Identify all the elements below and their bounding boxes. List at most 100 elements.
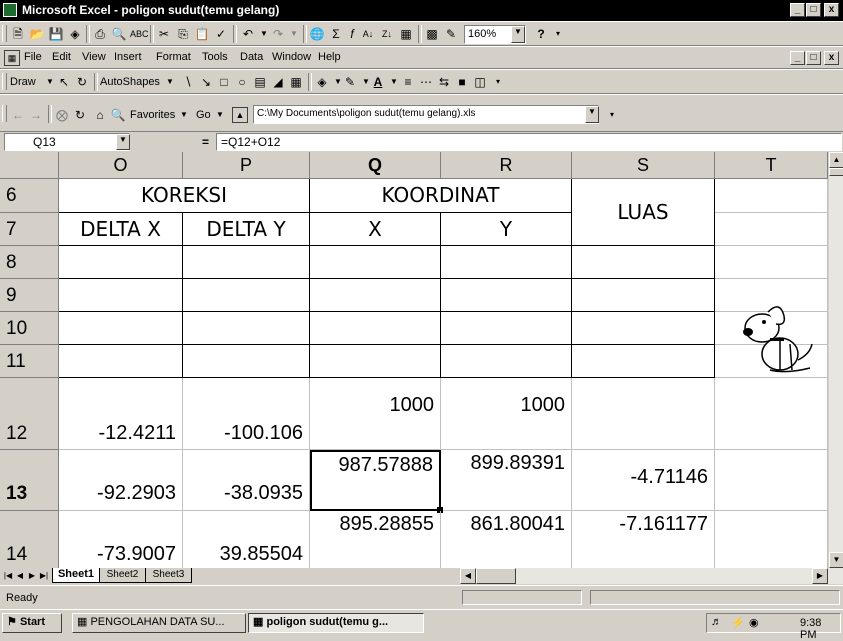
save-icon[interactable]: 💾 [48, 26, 64, 42]
line-style-icon[interactable]: ≡ [400, 74, 416, 90]
row-header-7[interactable]: 7 [0, 213, 59, 246]
3d-icon[interactable]: ◫ [472, 74, 488, 90]
oval-icon[interactable]: ○ [234, 74, 250, 90]
line-icon[interactable]: ∖ [180, 74, 196, 90]
search-web-icon[interactable]: 🔍 [110, 107, 126, 123]
column-header-q[interactable]: Q [310, 152, 441, 179]
cell-luas[interactable]: LUAS [572, 179, 715, 246]
cell-y[interactable]: Y [441, 213, 572, 246]
taskbar-task-word[interactable]: ▦ PENGOLAHAN DATA SU... [72, 613, 246, 633]
cell-r8[interactable] [441, 246, 572, 279]
address-field[interactable]: C:\My Documents\poligon sudut(temu gelan… [253, 105, 599, 124]
cell-p14[interactable]: 39.85504 [183, 511, 310, 568]
back-icon[interactable]: ← [10, 107, 26, 123]
cell-o14[interactable]: -73.9007 [59, 511, 183, 568]
column-header-p[interactable]: P [183, 152, 310, 179]
restore-button[interactable]: □ [806, 3, 821, 17]
cell-q13-selected[interactable]: 987.57888 [310, 450, 441, 511]
cell-delta-x[interactable]: DELTA X [59, 213, 183, 246]
paste-icon[interactable]: 📋 [194, 26, 210, 42]
cell-q12[interactable]: 1000 [310, 378, 441, 450]
menu-view[interactable]: View [82, 51, 106, 63]
row-header-6[interactable]: 6 [0, 179, 59, 213]
more-buttons-icon[interactable]: ▾ [550, 26, 566, 42]
row-header-10[interactable]: 10 [0, 312, 59, 345]
cell-s13[interactable]: -4.71146 [572, 450, 715, 511]
cell-x[interactable]: X [310, 213, 441, 246]
cut-icon[interactable]: ✂ [156, 26, 172, 42]
scroll-thumb[interactable] [829, 168, 843, 176]
volume-icon[interactable]: ♬ [711, 616, 722, 628]
clip-art-icon[interactable]: ▦ [288, 74, 304, 90]
function-icon[interactable]: f [344, 26, 360, 42]
redo-icon[interactable]: ↷ [270, 26, 286, 42]
font-color-icon[interactable]: A [370, 74, 386, 90]
cell-q9[interactable] [310, 279, 441, 312]
shadow-icon[interactable]: ■ [454, 74, 470, 90]
cell-o9[interactable] [59, 279, 183, 312]
spelling-icon[interactable]: ABC [130, 26, 149, 42]
row-header-14[interactable]: 14 [0, 511, 59, 568]
menu-tools[interactable]: Tools [202, 51, 228, 63]
undo-icon[interactable]: ↶ [240, 26, 256, 42]
menu-help[interactable]: Help [318, 51, 341, 63]
cell-koreksi[interactable]: KOREKSI [59, 179, 310, 213]
cell-o10[interactable] [59, 312, 183, 345]
text-box-icon[interactable]: ▤ [252, 74, 268, 90]
menu-data[interactable]: Data [240, 51, 263, 63]
minimize-button[interactable]: _ [790, 3, 805, 17]
cell-r13[interactable]: 899.89391 [441, 450, 572, 511]
hyperlink-icon[interactable]: 🌐 [309, 26, 325, 42]
copy-icon[interactable]: ⎘ [175, 26, 191, 42]
row-header-8[interactable]: 8 [0, 246, 59, 279]
cell-q10[interactable] [310, 312, 441, 345]
open-icon[interactable]: 📂 [29, 26, 45, 42]
chart-wizard-icon[interactable]: ▩ [424, 26, 440, 42]
last-sheet-icon[interactable]: ▶| [38, 568, 50, 584]
format-painter-icon[interactable]: ✓ [213, 26, 229, 42]
cell-p10[interactable] [183, 312, 310, 345]
horizontal-scrollbar[interactable]: ◀ ▶ [460, 568, 843, 584]
scroll-down-icon[interactable]: ▼ [829, 552, 843, 568]
show-web-toolbar-icon[interactable]: ▲ [232, 107, 248, 123]
fill-color-icon[interactable]: ◈ [314, 74, 330, 90]
select-objects-icon[interactable]: ↖ [56, 74, 72, 90]
row-header-11[interactable]: 11 [0, 345, 59, 378]
column-header-o[interactable]: O [59, 152, 183, 179]
next-sheet-icon[interactable]: ▶ [26, 568, 38, 584]
sheet-tab-sheet2[interactable]: Sheet2 [100, 568, 146, 583]
doc-restore-button[interactable]: □ [806, 51, 821, 65]
prev-sheet-icon[interactable]: ◀ [14, 568, 26, 584]
scroll-left-icon[interactable]: ◀ [460, 568, 476, 584]
tray-app-icon[interactable]: ⚡ [731, 616, 745, 629]
close-button[interactable]: x [824, 3, 839, 17]
menu-file[interactable]: File [24, 51, 42, 63]
forward-icon[interactable]: → [28, 107, 44, 123]
cell-delta-y[interactable]: DELTA Y [183, 213, 310, 246]
cell-s12[interactable] [572, 378, 715, 450]
draw-menu[interactable]: Draw [10, 76, 36, 88]
cell-t13[interactable] [715, 450, 828, 511]
sheet-tab-sheet3[interactable]: Sheet3 [146, 568, 192, 583]
address-dropdown-icon[interactable]: ▼ [585, 106, 599, 123]
print-preview-icon[interactable]: 🔍 [111, 26, 127, 42]
cell-p9[interactable] [183, 279, 310, 312]
favorites-dropdown-icon[interactable]: ▼ [176, 107, 192, 123]
cell-r10[interactable] [441, 312, 572, 345]
stop-icon[interactable]: ⨂ [54, 107, 70, 123]
wordart-icon[interactable]: ◢ [270, 74, 286, 90]
cell-o8[interactable] [59, 246, 183, 279]
worksheet-grid[interactable]: O P Q R S T 6 7 8 9 10 11 12 13 14 KOREK… [0, 152, 843, 568]
drawing-more-icon[interactable]: ▾ [490, 74, 506, 90]
web-icon[interactable]: ◈ [67, 26, 83, 42]
cell-r11[interactable] [441, 345, 572, 378]
web-more-icon[interactable]: ▾ [604, 107, 620, 123]
cell-t7[interactable] [715, 213, 828, 246]
cell-o12[interactable]: -12.4211 [59, 378, 183, 450]
cell-r9[interactable] [441, 279, 572, 312]
h-scroll-thumb[interactable] [476, 568, 516, 584]
new-icon[interactable]: 🗎 [10, 26, 26, 42]
arrow-style-icon[interactable]: ⇆ [436, 74, 452, 90]
cell-koordinat[interactable]: KOORDINAT [310, 179, 572, 213]
row-header-13[interactable]: 13 [0, 450, 59, 511]
